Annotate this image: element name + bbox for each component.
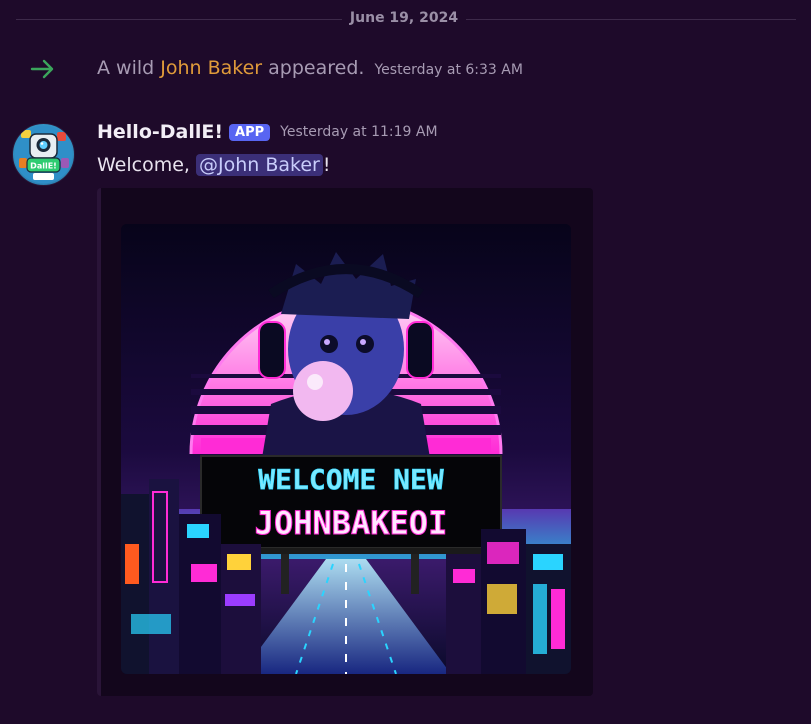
- welcome-artwork: WELCOME NEW JOHNBAKEOI: [121, 224, 571, 674]
- robot-avatar-icon: DallE!: [14, 125, 73, 184]
- user-mention[interactable]: @John Baker: [196, 154, 323, 176]
- date-divider: June 19, 2024: [0, 8, 811, 30]
- divider-date: June 19, 2024: [349, 10, 459, 26]
- avatar-badge-text: DallE!: [30, 162, 57, 171]
- join-prefix: A wild: [97, 57, 161, 79]
- app-badge: APP: [229, 123, 271, 141]
- arrow-right-icon: [30, 59, 54, 79]
- join-suffix: appeared.: [262, 57, 365, 79]
- message-text-prefix: Welcome,: [97, 154, 196, 176]
- message-timestamp[interactable]: Yesterday at 11:19 AM: [280, 124, 437, 140]
- divider-line-left: [16, 19, 342, 20]
- billboard-line1: WELCOME NEW: [258, 463, 444, 496]
- join-system-message: A wild John Baker appeared. Yesterday at…: [0, 55, 811, 85]
- welcome-image[interactable]: WELCOME NEW JOHNBAKEOI: [121, 224, 571, 674]
- message-header: Hello-DallE! APP Yesterday at 11:19 AM: [97, 121, 438, 149]
- join-text: A wild John Baker appeared. Yesterday at…: [97, 57, 523, 79]
- billboard-line2: JOHNBAKEOI: [255, 504, 448, 542]
- message-content: Welcome, @John Baker!: [97, 154, 330, 176]
- join-timestamp[interactable]: Yesterday at 6:33 AM: [374, 62, 522, 78]
- message-author[interactable]: Hello-DallE!: [97, 121, 223, 143]
- join-username[interactable]: John Baker: [160, 57, 262, 79]
- avatar[interactable]: DallE!: [12, 123, 75, 186]
- divider-line-right: [466, 19, 796, 20]
- message-text-suffix: !: [322, 154, 331, 176]
